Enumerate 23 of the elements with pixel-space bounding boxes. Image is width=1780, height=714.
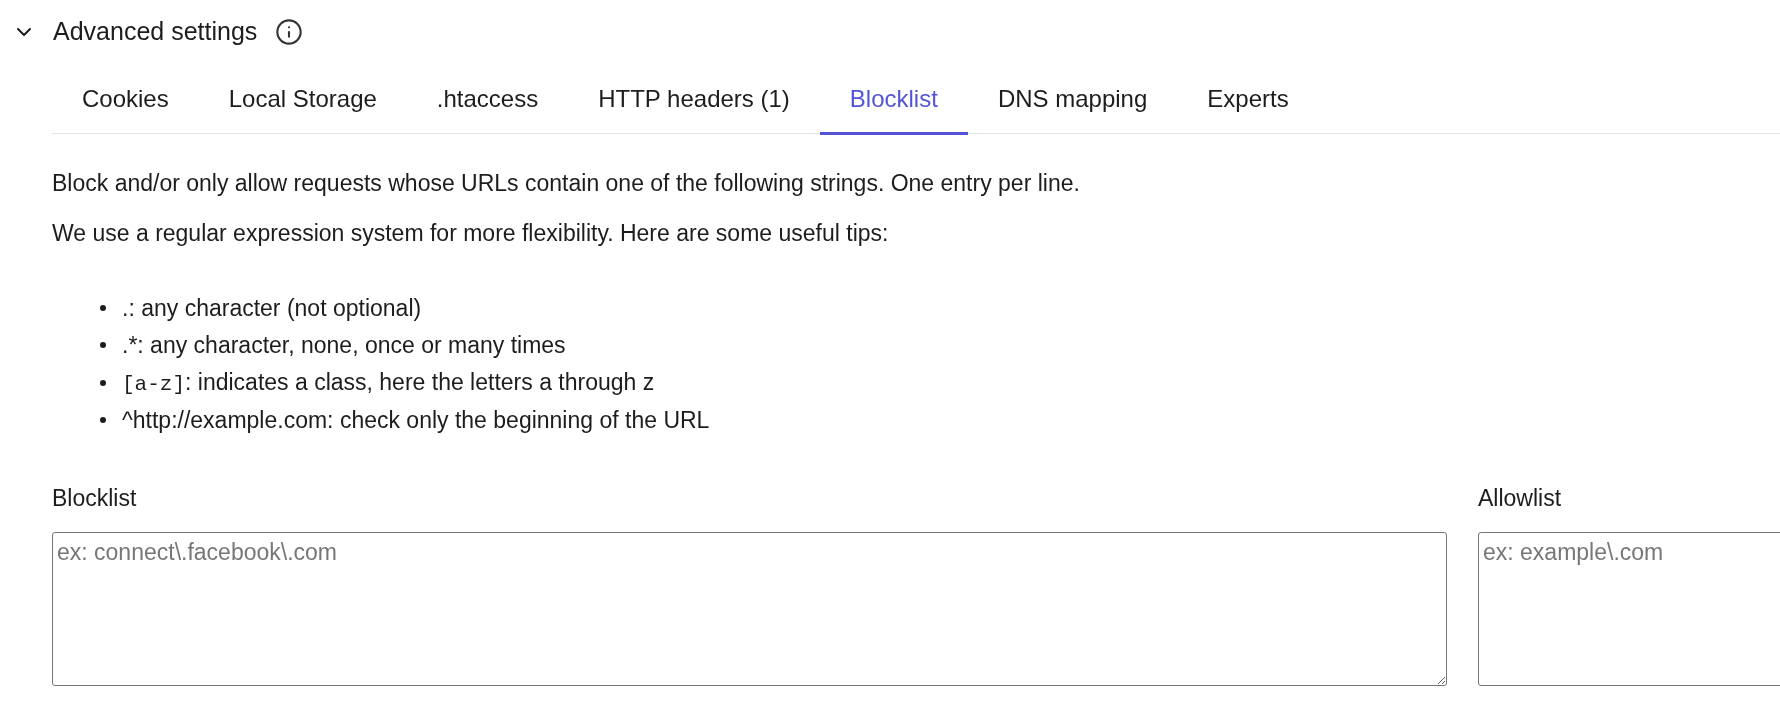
tab[interactable]: HTTP headers (1) <box>568 64 820 135</box>
bullet-icon <box>100 342 106 349</box>
info-icon[interactable] <box>275 18 304 46</box>
tab[interactable]: Blocklist <box>819 64 968 135</box>
bullet-icon <box>100 304 106 311</box>
tab[interactable]: .htaccess <box>406 64 569 135</box>
text-area[interactable]: ex: connect\.facebook\.com <box>52 532 1447 686</box>
section-title: Advanced settings <box>53 16 258 48</box>
field-label: Blocklist <box>52 484 138 513</box>
tab[interactable]: Cookies <box>52 64 199 135</box>
field-label: Allowlist <box>1478 484 1563 513</box>
tab[interactable]: Experts <box>1177 64 1319 135</box>
text-area[interactable]: ex: example\.com <box>1478 532 1780 686</box>
tip-text: .: any character (not optional) <box>122 293 422 323</box>
tab[interactable]: DNS mapping <box>967 64 1178 135</box>
tip-text: ^http://example.com: check only the beginning of the URL <box>122 406 710 435</box>
tip-text: [a-z]: indicates a class, here the letters a through z <box>122 368 655 398</box>
bullet-icon <box>100 417 106 424</box>
tab[interactable]: Local Storage <box>198 64 407 135</box>
tip-text: .*: any character, none, once or many times <box>122 331 566 360</box>
description-text: We use a regular expression system for more flexibility. Here are some useful tips: <box>52 219 890 248</box>
bullet-icon <box>100 379 106 386</box>
description-text: Block and/or only allow requests whose URLs contain one of the following strings. One entry per line. <box>52 169 1081 198</box>
